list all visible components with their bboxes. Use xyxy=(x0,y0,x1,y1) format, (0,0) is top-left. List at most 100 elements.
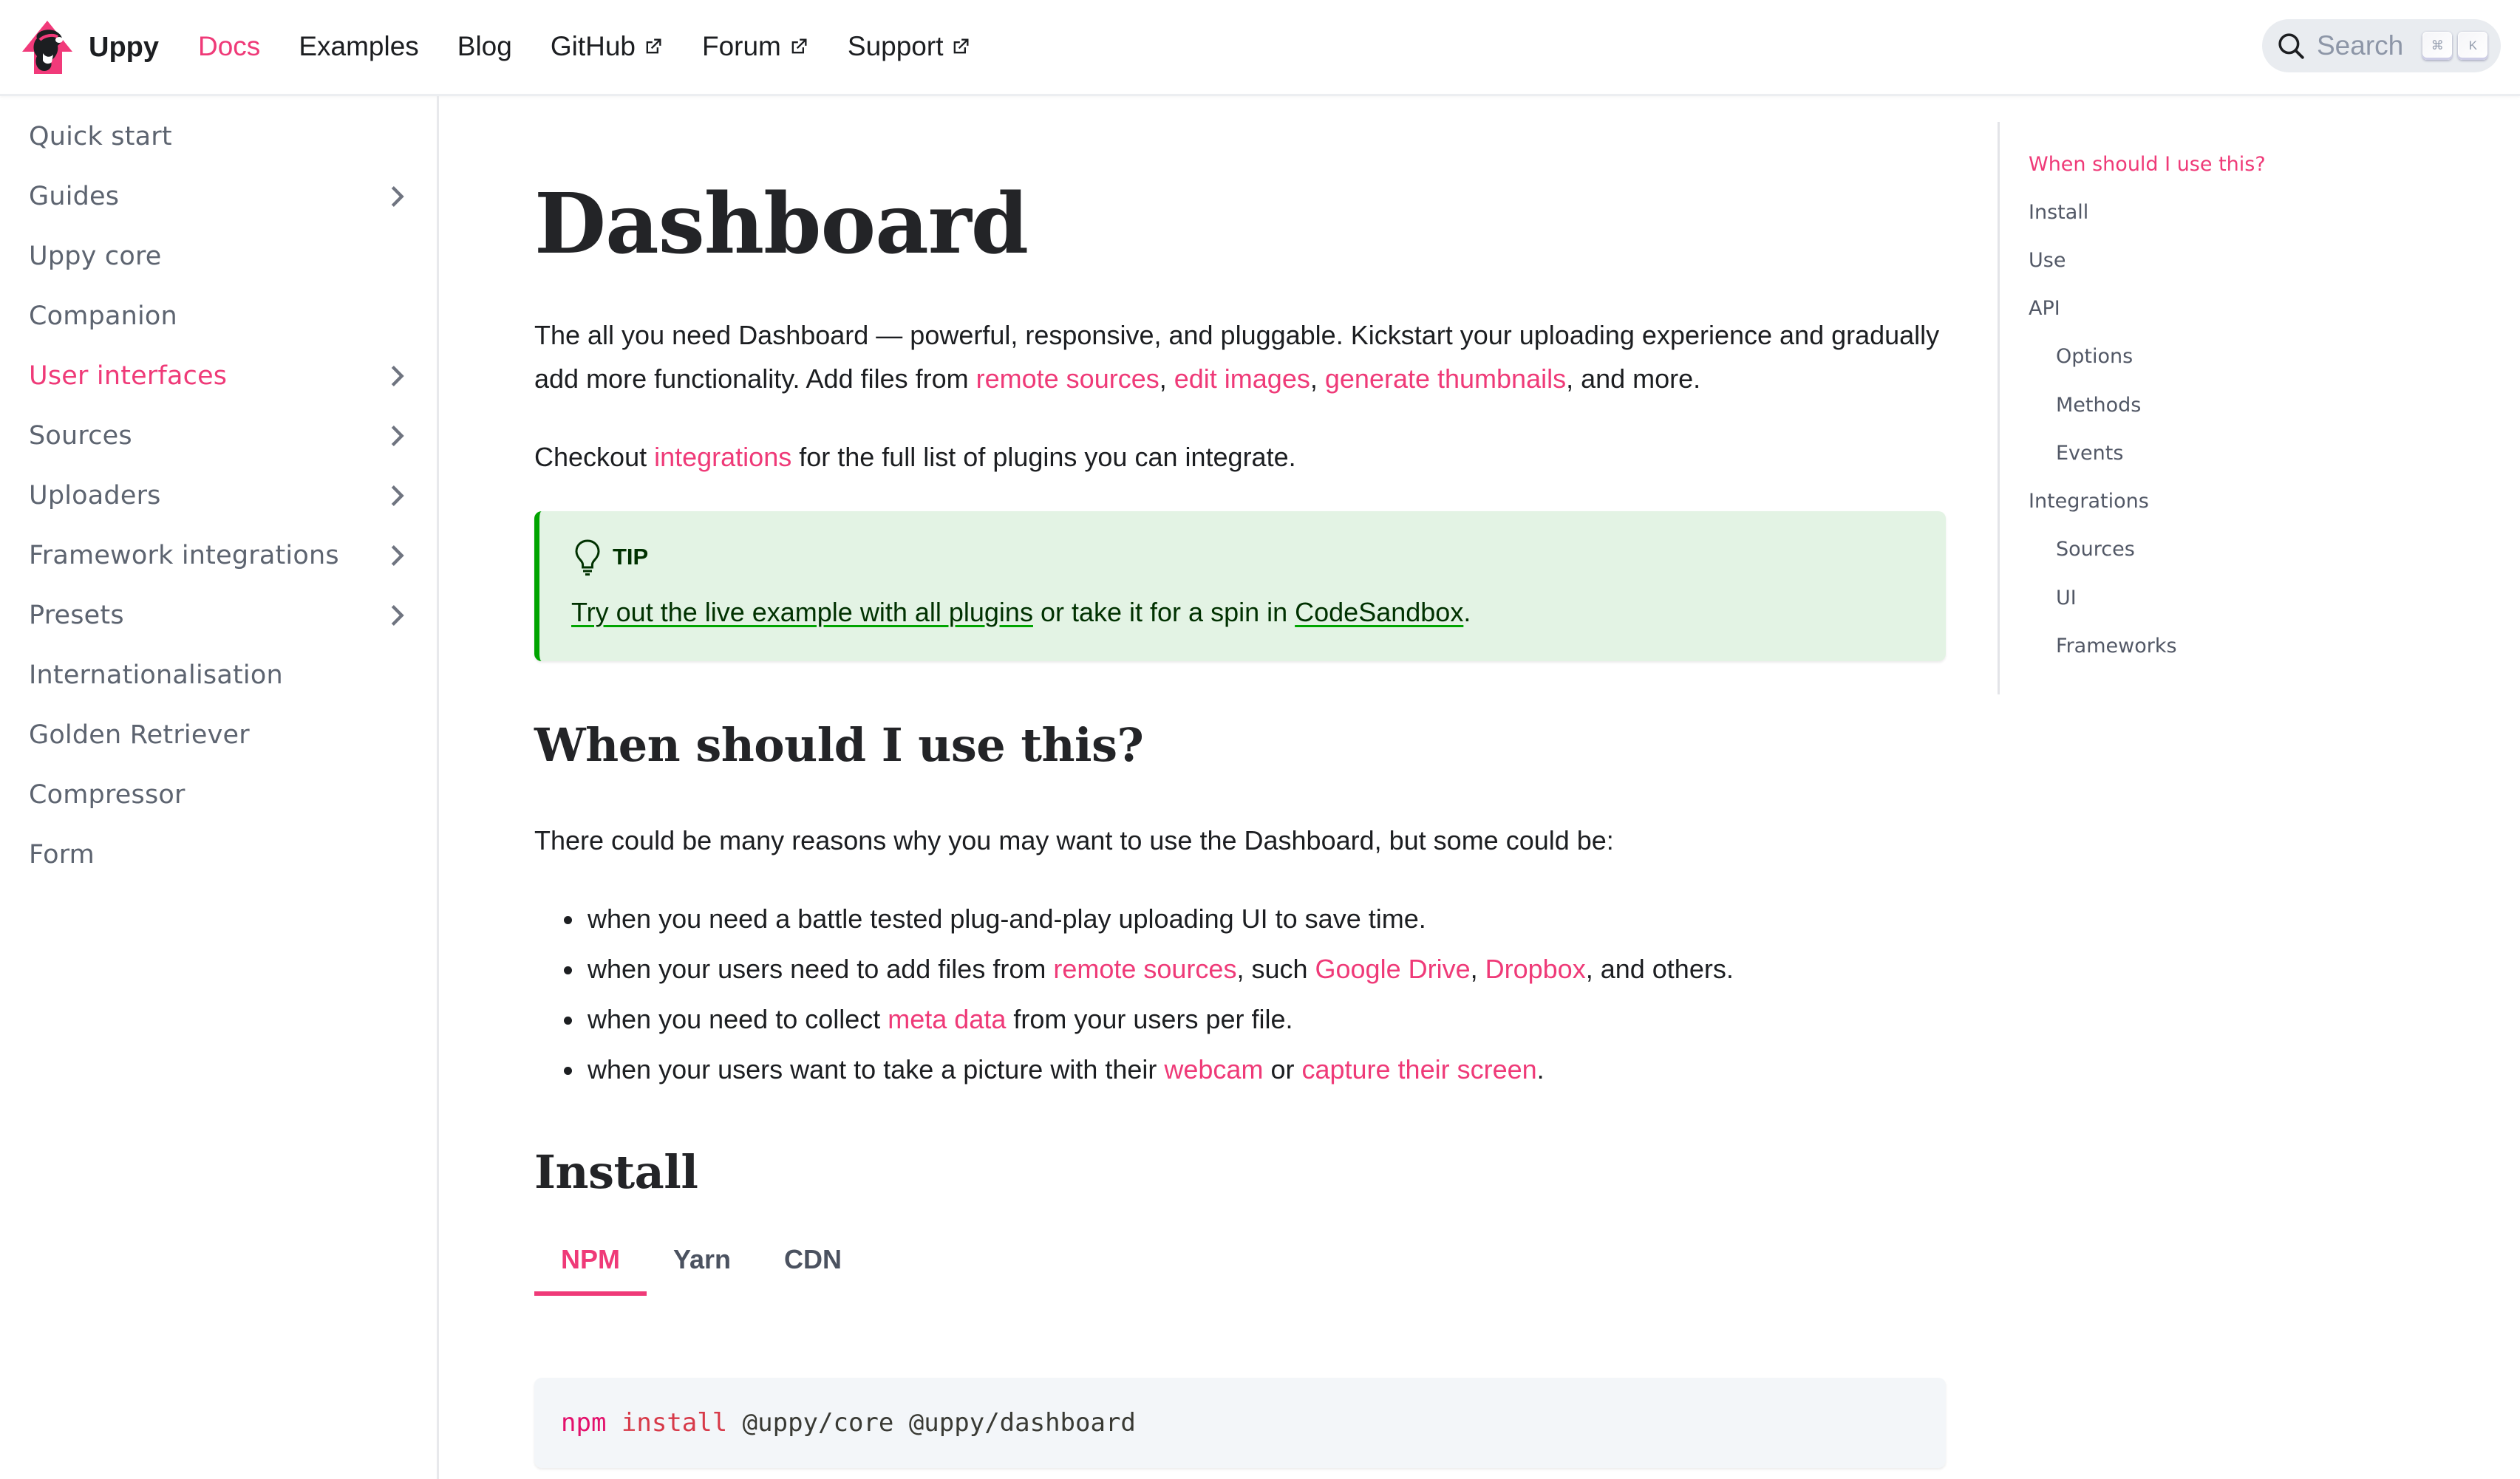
sidebar-item-sources[interactable]: Sources xyxy=(29,409,413,462)
install-code-block[interactable]: npm install @uppy/core @uppy/dashboard xyxy=(534,1378,1946,1468)
integrations-link[interactable]: integrations xyxy=(654,442,791,472)
list-item-text: when you need a battle tested plug-and-p… xyxy=(588,904,1426,934)
table-of-contents: When should I use this? Install Use API … xyxy=(1998,122,2441,694)
edit-images-link[interactable]: edit images xyxy=(1174,363,1310,394)
when-intro-paragraph: There could be many reasons why you may … xyxy=(534,825,1614,855)
chevron-right-icon[interactable] xyxy=(382,541,412,570)
nav-docs-link[interactable]: Docs xyxy=(198,31,260,62)
remote-sources-link[interactable]: remote sources xyxy=(976,363,1159,394)
remote-sources-link[interactable]: remote sources xyxy=(1053,954,1236,984)
list-item-text: or xyxy=(1263,1054,1302,1085)
toc-item-methods[interactable]: Methods xyxy=(2056,394,2141,417)
list-item: when you need a battle tested plug-and-p… xyxy=(534,894,1946,944)
sidebar-item-label: Golden Retriever xyxy=(29,720,250,750)
toc-item-sources[interactable]: Sources xyxy=(2056,538,2135,561)
sidebar-item-golden-retriever[interactable]: Golden Retriever xyxy=(29,708,413,762)
tip-body: Try out the live example with all plugin… xyxy=(571,597,1471,628)
chevron-right-icon[interactable] xyxy=(382,421,412,451)
toc-item-integrations[interactable]: Integrations xyxy=(2029,490,2149,513)
sidebar-item-uploaders[interactable]: Uploaders xyxy=(29,469,413,522)
meta-data-link[interactable]: meta data xyxy=(888,1004,1006,1034)
k-key: K xyxy=(2458,32,2488,60)
tab-npm[interactable]: NPM xyxy=(534,1226,647,1296)
tab-yarn[interactable]: Yarn xyxy=(647,1226,757,1293)
sidebar-item-label: Guides xyxy=(29,182,120,211)
checkout-text: Checkout xyxy=(534,442,655,472)
tip-end-text: . xyxy=(1463,597,1471,627)
live-example-link[interactable]: Try out the live example with all plugin… xyxy=(571,597,1033,627)
separator-text: , xyxy=(1159,363,1174,394)
sidebar-item-label: Framework integrations xyxy=(29,541,339,570)
sidebar-item-label: Quick start xyxy=(29,122,172,151)
code-subcommand: install xyxy=(621,1408,728,1438)
toc-item-ui[interactable]: UI xyxy=(2056,587,2077,609)
dropbox-link[interactable]: Dropbox xyxy=(1485,954,1586,984)
list-item-text: from your users per file. xyxy=(1006,1004,1293,1034)
reasons-list: when you need a battle tested plug-and-p… xyxy=(534,894,1946,1095)
code-command: npm xyxy=(561,1408,607,1438)
when-heading: When should I use this? xyxy=(534,718,1144,772)
separator-text: , xyxy=(1310,363,1325,394)
sidebar-item-label: Companion xyxy=(29,301,177,331)
toc-item-when-should-i-use-this[interactable]: When should I use this? xyxy=(2029,153,2266,176)
nav-blog-link[interactable]: Blog xyxy=(457,31,512,62)
tip-label: TIP xyxy=(613,544,649,570)
nav-forum-label: Forum xyxy=(701,31,781,61)
nav-github-link[interactable]: GitHub xyxy=(551,31,664,62)
nav-forum-link[interactable]: Forum xyxy=(702,31,809,62)
search-placeholder: Search xyxy=(2317,30,2404,61)
chevron-right-icon[interactable] xyxy=(382,361,412,391)
google-drive-link[interactable]: Google Drive xyxy=(1315,954,1471,984)
list-item-text: when your users want to take a picture w… xyxy=(588,1054,1165,1085)
list-item-text: when you need to collect xyxy=(588,1004,888,1034)
search-icon xyxy=(2278,33,2304,59)
checkout-end-text: for the full list of plugins you can int… xyxy=(791,442,1296,472)
chevron-right-icon[interactable] xyxy=(382,182,412,211)
capture-screen-link[interactable]: capture their screen xyxy=(1301,1054,1536,1085)
codesandbox-link[interactable]: CodeSandbox xyxy=(1295,597,1463,627)
toc-item-events[interactable]: Events xyxy=(2056,442,2123,465)
toc-item-frameworks[interactable]: Frameworks xyxy=(2056,635,2177,657)
list-item-text: . xyxy=(1536,1054,1545,1085)
tab-cdn[interactable]: CDN xyxy=(757,1226,868,1293)
sidebar-item-guides[interactable]: Guides xyxy=(29,170,413,223)
docs-sidebar: Quick start Guides Uppy core Companion U… xyxy=(0,96,439,1479)
toc-item-install[interactable]: Install xyxy=(2029,201,2088,224)
sidebar-item-label: User interfaces xyxy=(29,361,228,391)
tip-callout: TIP Try out the live example with all pl… xyxy=(534,511,1946,661)
page-title: Dashboard xyxy=(534,176,1029,273)
brand-link[interactable]: Uppy xyxy=(21,18,159,77)
sidebar-item-label: Internationalisation xyxy=(29,660,283,690)
search-button[interactable]: Search ⌘ K xyxy=(2262,19,2501,72)
sidebar-item-companion[interactable]: Companion xyxy=(29,290,413,343)
toc-item-use[interactable]: Use xyxy=(2029,249,2066,272)
intro-end-text: , and more. xyxy=(1566,363,1701,394)
list-item-text: , xyxy=(1470,954,1485,984)
sidebar-item-form[interactable]: Form xyxy=(29,828,413,881)
chevron-right-icon[interactable] xyxy=(382,481,412,510)
external-link-icon xyxy=(954,38,969,54)
sidebar-item-user-interfaces[interactable]: User interfaces xyxy=(29,349,413,403)
sidebar-item-label: Compressor xyxy=(29,780,185,810)
sidebar-item-quick-start[interactable]: Quick start xyxy=(29,110,413,163)
list-item: when you need to collect meta data from … xyxy=(534,994,1946,1045)
webcam-link[interactable]: webcam xyxy=(1164,1054,1263,1085)
toc-item-options[interactable]: Options xyxy=(2056,345,2133,368)
top-navbar: Uppy Docs Examples Blog GitHub Forum Sup… xyxy=(0,0,2520,96)
nav-support-link[interactable]: Support xyxy=(848,31,972,62)
generate-thumbnails-link[interactable]: generate thumbnails xyxy=(1325,363,1566,394)
sidebar-item-internationalisation[interactable]: Internationalisation xyxy=(29,649,413,702)
code-arguments: @uppy/core @uppy/dashboard xyxy=(727,1408,1136,1438)
list-item-text: when your users need to add files from xyxy=(588,954,1054,984)
toc-item-api[interactable]: API xyxy=(2029,297,2060,320)
sidebar-item-presets[interactable]: Presets xyxy=(29,589,413,642)
search-shortcut: ⌘ K xyxy=(2422,32,2493,60)
nav-examples-link[interactable]: Examples xyxy=(299,31,418,62)
sidebar-item-label: Uppy core xyxy=(29,242,162,271)
sidebar-item-compressor[interactable]: Compressor xyxy=(29,768,413,822)
sidebar-item-uppy-core[interactable]: Uppy core xyxy=(29,230,413,283)
sidebar-item-label: Sources xyxy=(29,421,132,451)
chevron-right-icon[interactable] xyxy=(382,601,412,630)
lightbulb-icon xyxy=(575,539,600,576)
sidebar-item-framework-integrations[interactable]: Framework integrations xyxy=(29,529,413,582)
